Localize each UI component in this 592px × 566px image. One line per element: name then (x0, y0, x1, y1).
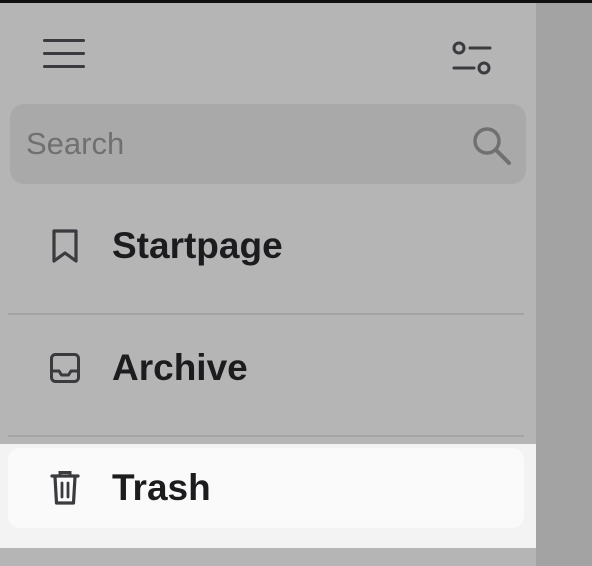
sidebar-item-label: Startpage (112, 225, 283, 266)
sidebar-item-trash[interactable]: Trash (8, 448, 524, 528)
filter-button[interactable] (444, 35, 500, 81)
sidebar-item-label: Trash (112, 467, 211, 508)
hamburger-menu-icon (43, 39, 85, 68)
divider (8, 435, 524, 437)
divider (8, 313, 524, 315)
search-button[interactable] (470, 124, 516, 170)
search-icon (473, 127, 511, 165)
search-input[interactable] (26, 122, 446, 166)
selected-item-highlight: Trash (0, 444, 536, 548)
app-window: Startpage Archive (0, 0, 592, 566)
sidebar-item-archive[interactable]: Archive (8, 328, 524, 408)
sliders-filter-icon (452, 41, 492, 75)
sidebar-item-label: Archive (112, 347, 248, 388)
sidebar: Startpage Archive (0, 3, 536, 566)
bookmark-icon (46, 226, 84, 266)
inbox-tray-icon (46, 348, 84, 388)
sidebar-toolbar (0, 3, 536, 103)
menu-button[interactable] (36, 31, 92, 77)
search-box[interactable] (10, 104, 526, 184)
sidebar-item-startpage[interactable]: Startpage (8, 206, 524, 286)
trash-icon (46, 468, 84, 508)
